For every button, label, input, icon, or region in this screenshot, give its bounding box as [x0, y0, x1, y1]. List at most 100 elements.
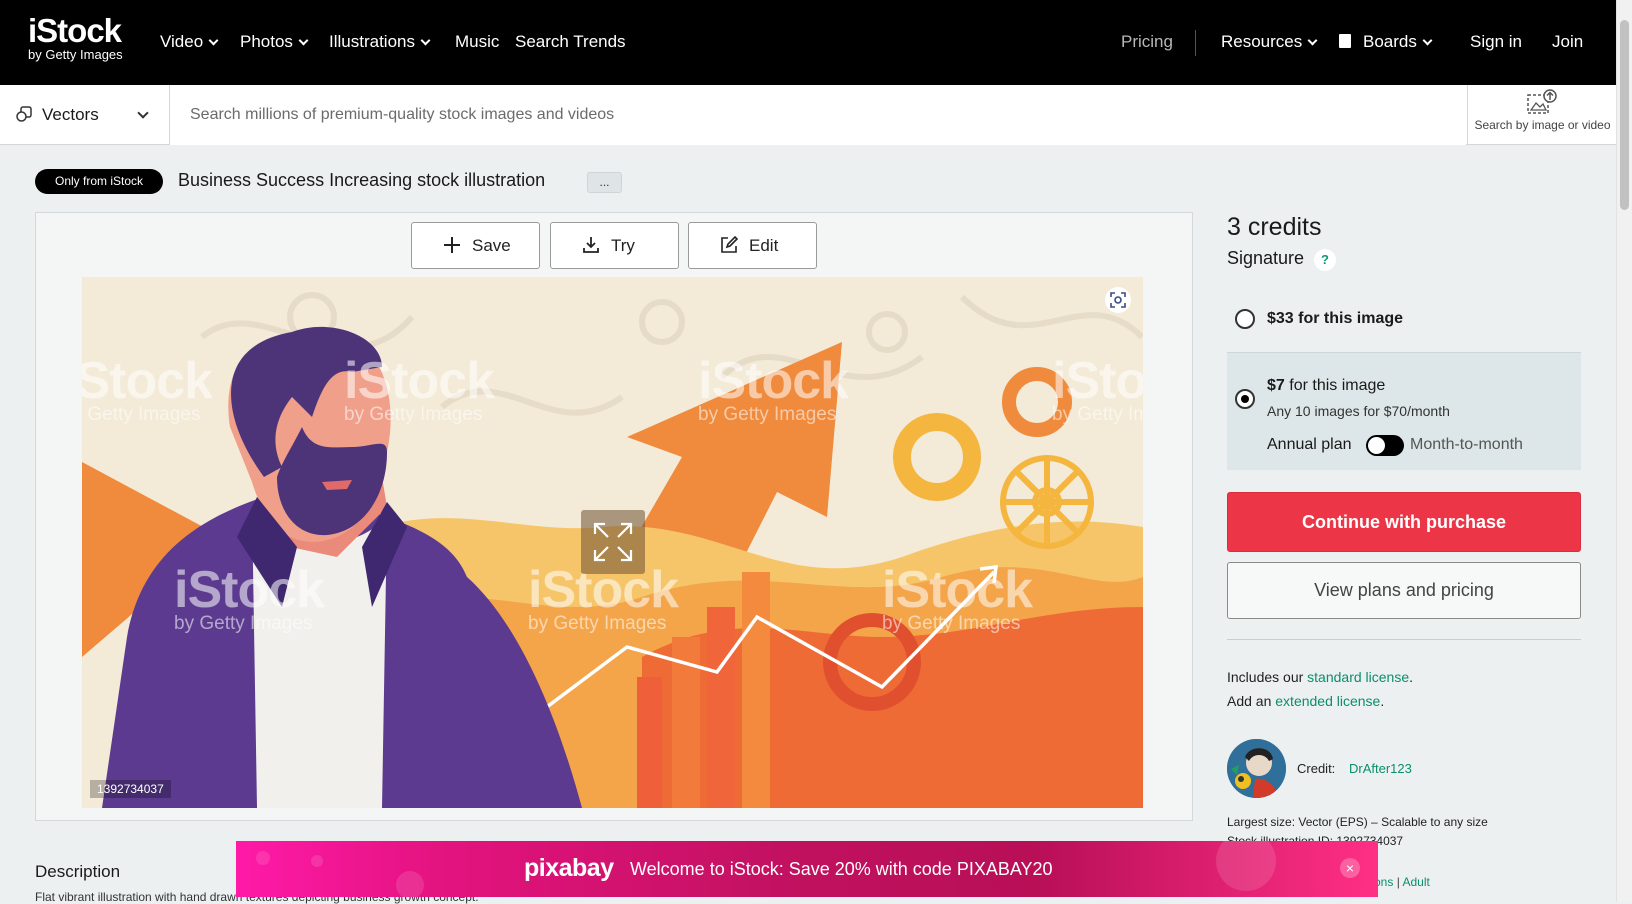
- try-button-label: Try: [611, 236, 635, 255]
- watermark-subtitle: by Getty Images: [698, 404, 837, 425]
- nav-search-trends-label: Search Trends: [515, 32, 626, 51]
- search-input[interactable]: [170, 85, 1466, 145]
- more-options-button[interactable]: ...: [587, 172, 622, 193]
- close-icon[interactable]: ×: [1340, 858, 1360, 878]
- nav-music-label: Music: [455, 32, 500, 51]
- radio-subscription[interactable]: [1235, 389, 1255, 409]
- nav-pricing[interactable]: Pricing: [1121, 32, 1173, 52]
- nav-photos[interactable]: Photos: [240, 32, 309, 52]
- page-title: Business Success Increasing stock illust…: [178, 170, 546, 190]
- watermark-logo: iStock: [698, 352, 849, 410]
- nav-resources-label: Resources: [1221, 32, 1303, 51]
- nav-illustrations-label: Illustrations: [329, 32, 415, 51]
- watermark-subtitle: by Getty Images: [528, 613, 667, 634]
- continue-purchase-button[interactable]: Continue with purchase: [1227, 492, 1581, 552]
- vectors-icon: [16, 106, 32, 122]
- asset-type-label: Vectors: [42, 105, 99, 124]
- watermark-subtitle: by Getty Images: [1052, 404, 1143, 425]
- download-icon: [583, 237, 599, 253]
- view-plans-button[interactable]: View plans and pricing: [1227, 562, 1581, 619]
- watermark: iStockby Getty Images: [344, 355, 495, 425]
- decorative-dot: [1216, 841, 1276, 891]
- largest-size: Largest size: Vector (EPS) – Scalable to…: [1227, 815, 1488, 829]
- divider: [1227, 639, 1581, 640]
- watermark-logo: iStock: [882, 561, 1033, 619]
- watermark-subtitle: by Getty Images: [882, 613, 1021, 634]
- chevron-down-icon: [1422, 35, 1433, 46]
- nav-search-trends[interactable]: Search Trends: [515, 32, 626, 52]
- credits-price: 3 credits: [1227, 213, 1322, 241]
- chevron-down-icon: [137, 107, 149, 119]
- month-to-month-label: Month-to-month: [1410, 436, 1523, 453]
- includes-license-prefix: Includes our: [1227, 669, 1304, 685]
- image-preview-panel: Save Try Edit Stock Getty Images iStock …: [35, 212, 1193, 821]
- watermark: iStockby Getty Images: [1052, 355, 1143, 424]
- watermark: iStockby Getty Images: [698, 352, 849, 425]
- logo-wordmark: iStock: [28, 12, 122, 49]
- watermark-logo: iStock: [174, 561, 325, 619]
- page-scrollbar[interactable]: [1616, 0, 1632, 902]
- decorative-dot: [396, 871, 424, 897]
- chevron-down-icon: [298, 35, 309, 46]
- save-button-label: Save: [472, 236, 511, 255]
- pixabay-logo: pixabay: [524, 854, 614, 882]
- istock-logo[interactable]: iStock by Getty Images: [28, 14, 123, 61]
- nav-music[interactable]: Music: [455, 32, 499, 52]
- chevron-down-icon: [420, 35, 431, 46]
- nav-photos-label: Photos: [240, 32, 293, 51]
- extended-license-link[interactable]: extended license: [1275, 693, 1380, 709]
- watermark: iStockby Getty Images: [82, 355, 213, 424]
- nav-boards-label: Boards: [1363, 32, 1417, 51]
- edit-button-label: Edit: [749, 236, 779, 255]
- avatar[interactable]: [1227, 739, 1286, 798]
- price-option-single[interactable]: $33 for this image: [1227, 297, 1581, 341]
- nav-video[interactable]: Video: [160, 32, 219, 52]
- edit-button[interactable]: Edit: [688, 222, 817, 269]
- watermark: iStockby Getty Images: [174, 561, 325, 634]
- decorative-dot: [311, 855, 323, 867]
- watermark: iStockby Getty Images: [528, 564, 679, 634]
- watermark-subtitle: by Getty Images: [174, 613, 313, 634]
- extended-license-line: Add an extended license.: [1227, 693, 1385, 709]
- subscription-detail: Any 10 images for $70/month: [1267, 403, 1450, 419]
- contributor-avatar-image: [1227, 739, 1286, 798]
- expand-preview-button[interactable]: [581, 510, 645, 574]
- nav-resources[interactable]: Resources: [1221, 32, 1318, 52]
- expand-icon: [593, 522, 633, 562]
- search-by-image-label: Search by image or video: [1474, 118, 1611, 132]
- nav-video-label: Video: [160, 32, 204, 51]
- save-button[interactable]: Save: [411, 222, 540, 269]
- nav-divider: [1195, 30, 1196, 56]
- extended-license-prefix: Add an: [1227, 693, 1272, 709]
- promo-banner[interactable]: pixabay Welcome to iStock: Save 20% with…: [236, 841, 1378, 897]
- chevron-down-icon: [1307, 35, 1318, 46]
- nav-illustrations[interactable]: Illustrations: [329, 32, 431, 52]
- description-heading: Description: [35, 862, 121, 881]
- plan-term-toggle[interactable]: [1366, 435, 1404, 456]
- visual-search-icon: [1110, 292, 1126, 308]
- link-separator: |: [1396, 875, 1400, 889]
- standard-license-link[interactable]: standard license: [1307, 669, 1409, 685]
- keyword-link-adult[interactable]: Adult: [1403, 875, 1430, 889]
- help-icon[interactable]: ?: [1314, 249, 1336, 271]
- asset-id-label: 1392734037: [90, 780, 171, 798]
- price-option-subscription[interactable]: $7 for this image Any 10 images for $70/…: [1227, 352, 1581, 470]
- watermark-subtitle: by Getty Images: [344, 404, 483, 425]
- promo-text: Welcome to iStock: Save 20% with code PI…: [630, 859, 1053, 879]
- watermark: iStockby Getty Images: [882, 561, 1033, 634]
- try-button[interactable]: Try: [550, 222, 679, 269]
- nav-join[interactable]: Join: [1552, 32, 1583, 52]
- contributor-link[interactable]: DrAfter123: [1349, 761, 1412, 776]
- radio-single[interactable]: [1235, 309, 1255, 329]
- nav-boards[interactable]: Boards: [1339, 32, 1433, 52]
- scrollbar-thumb[interactable]: [1620, 20, 1629, 210]
- stock-image-preview[interactable]: iStockby Getty Images iStockby Getty Ima…: [82, 277, 1143, 808]
- price-option-single-label: $33 for this image: [1267, 310, 1404, 327]
- nav-sign-in[interactable]: Sign in: [1470, 32, 1522, 52]
- top-navigation: iStock by Getty Images Video Photos Illu…: [0, 0, 1616, 85]
- plus-icon: [444, 237, 460, 253]
- focus-icon[interactable]: [1105, 287, 1131, 313]
- asset-type-select[interactable]: Vectors: [0, 85, 170, 145]
- search-by-image-button[interactable]: Search by image or video: [1467, 85, 1616, 145]
- chevron-down-icon: [208, 35, 219, 46]
